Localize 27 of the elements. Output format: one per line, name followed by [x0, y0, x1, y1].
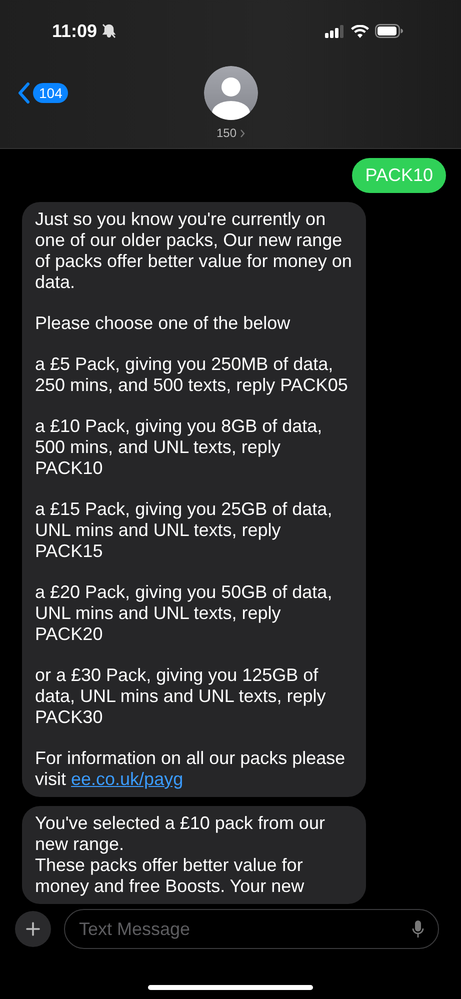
unread-count-badge: 104 [33, 83, 68, 103]
message-text: a £5 Pack, giving you 250MB of data, 250 mins, and 500 texts, reply PACK05 [35, 354, 349, 396]
back-button[interactable]: 104 [0, 62, 68, 124]
message-text: You've selected a £10 pack from our new range. These packs offer better value for money and free Boosts. Your new [35, 813, 326, 897]
add-button[interactable] [15, 911, 51, 947]
battery-icon [375, 24, 403, 38]
message-text: a £10 Pack, giving you 8GB of data, 500 mins, and UNL texts, reply PACK10 [35, 416, 324, 479]
clock-time: 11:09 [52, 20, 98, 42]
avatar-icon[interactable] [204, 66, 258, 120]
contact-name[interactable]: 150 [216, 126, 237, 140]
wifi-icon [351, 24, 369, 38]
microphone-icon[interactable] [412, 920, 424, 938]
chevron-left-icon [18, 82, 30, 104]
message-link[interactable]: ee.co.uk/payg [71, 769, 184, 789]
message-input-field[interactable]: Text Message [79, 918, 404, 940]
message-text: a £20 Pack, giving you 50GB of data, UNL mins and UNL texts, reply PACK20 [35, 582, 334, 645]
plus-icon [26, 922, 40, 936]
message-text: a £15 Pack, giving you 25GB of data, UNL mins and UNL texts, reply PACK15 [35, 499, 334, 562]
message-text: or a £30 Pack, giving you 125GB of data, UNL mins and UNL texts, reply PACK30 [35, 665, 327, 728]
message-text: For information on all our packs please visit ee.co.uk/payg [35, 748, 346, 790]
signal-icon [325, 24, 345, 38]
bell-slash-icon [101, 23, 118, 39]
message-field[interactable]: Text Message [64, 909, 439, 949]
chevron-right-icon [240, 128, 245, 138]
message-text: Please choose one of the below [35, 313, 292, 334]
message-text: Just so you know you're currently on one of our older packs, Our new range of packs offer better value for money on data. [35, 209, 352, 293]
message-text: PACK10 [365, 165, 433, 186]
